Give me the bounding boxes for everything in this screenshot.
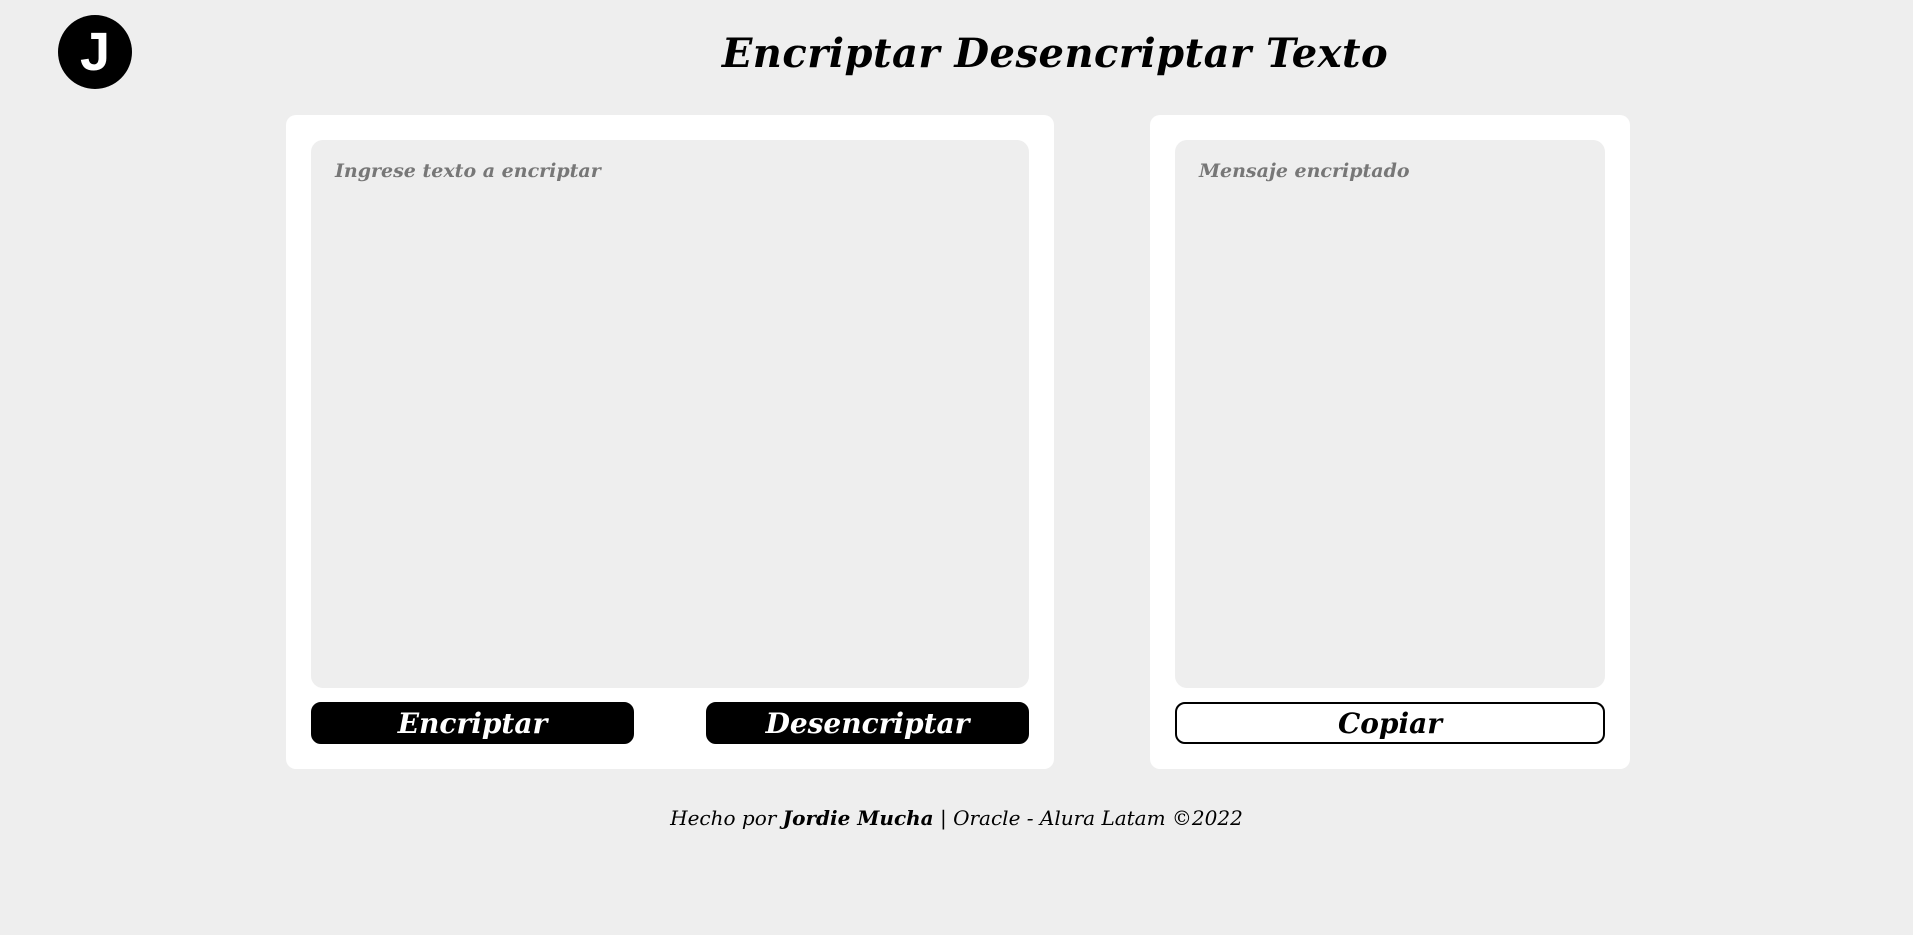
input-text-area[interactable] bbox=[311, 140, 1029, 688]
input-panel: Encriptar Desencriptar bbox=[286, 115, 1054, 769]
output-panel: Copiar bbox=[1150, 115, 1630, 769]
copy-button[interactable]: Copiar bbox=[1175, 702, 1605, 744]
page-title: Encriptar Desencriptar Texto bbox=[721, 30, 1389, 77]
footer-prefix: Hecho por bbox=[670, 806, 783, 830]
footer-author: Jordie Mucha bbox=[782, 806, 934, 830]
decrypt-button[interactable]: Desencriptar bbox=[706, 702, 1029, 744]
footer: Hecho por Jordie Mucha | Oracle - Alura … bbox=[0, 806, 1913, 830]
output-text-area[interactable] bbox=[1175, 140, 1605, 688]
encrypt-button[interactable]: Encriptar bbox=[311, 702, 634, 744]
footer-suffix: | Oracle - Alura Latam ©2022 bbox=[933, 806, 1243, 830]
